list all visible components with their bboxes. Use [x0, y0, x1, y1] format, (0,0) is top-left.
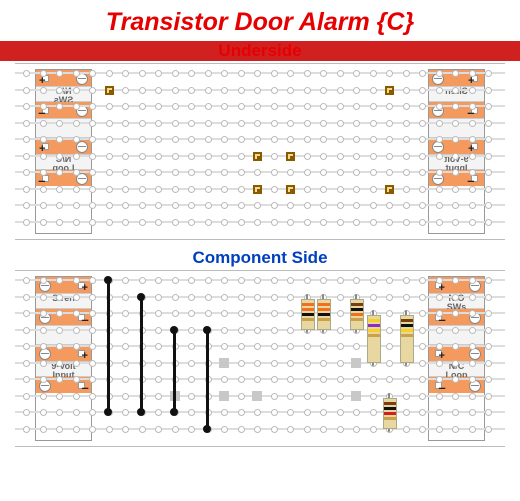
resistor	[400, 315, 414, 363]
component-board: Siren 9-VoltInput N/OSWs N/CLoop	[15, 270, 505, 447]
page-title: Transistor Door Alarm {C}	[0, 0, 520, 37]
solder-pad	[385, 86, 394, 95]
wire-link	[107, 279, 110, 411]
solder-pad	[385, 185, 394, 194]
terminal-left-comp: Siren 9-VoltInput	[35, 276, 92, 441]
terminal-left-under: N/OSWs N/CLoop	[35, 69, 92, 234]
break-pad	[351, 391, 361, 401]
underside-board: N/OSWs N/CLoop Siren 9-VoltInput	[15, 63, 505, 240]
solder-pad	[286, 152, 295, 161]
terminal-right-comp: N/OSWs N/CLoop	[428, 276, 485, 441]
solder-pad	[253, 152, 262, 161]
resistor	[301, 299, 315, 330]
break-pad	[219, 391, 229, 401]
terminal-right-under: Siren 9-VoltInput	[428, 69, 485, 234]
solder-pad	[253, 185, 262, 194]
resistor	[350, 299, 364, 330]
component-label: Component Side	[0, 248, 520, 268]
wire-link	[140, 296, 143, 412]
wire-link	[173, 329, 176, 412]
resistor	[317, 299, 331, 330]
break-pad	[351, 358, 361, 368]
solder-pad	[105, 86, 114, 95]
resistor	[367, 315, 381, 363]
solder-pad	[286, 185, 295, 194]
underside-label: Underside	[0, 41, 520, 61]
break-pad	[219, 358, 229, 368]
wire-link	[206, 329, 209, 428]
break-pad	[252, 391, 262, 401]
resistor	[383, 398, 397, 429]
